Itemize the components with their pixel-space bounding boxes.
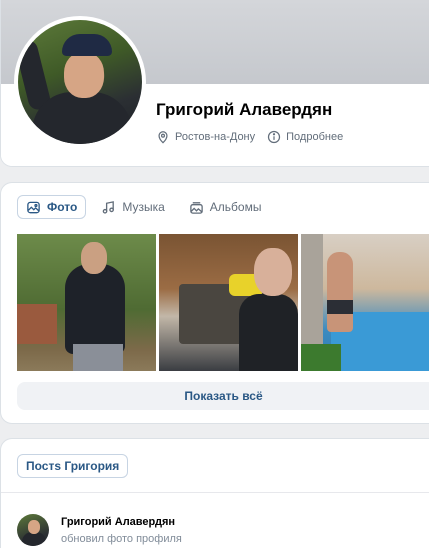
- albums-icon: [190, 201, 203, 214]
- details-label: Подробнее: [286, 131, 344, 143]
- photo-icon: [27, 201, 40, 213]
- photo-strip: [17, 234, 429, 371]
- media-card: Фото Музыка Альбомы Показать всё: [0, 182, 429, 424]
- profile-avatar[interactable]: [14, 16, 146, 148]
- profile-meta-row: Ростов-на-Дону Подробнее: [156, 130, 343, 144]
- tab-posts[interactable]: Постs Григория: [17, 454, 129, 478]
- media-tabs: Фото Музыка Альбомы: [17, 195, 270, 219]
- post-author-avatar[interactable]: [17, 514, 49, 546]
- tab-albums[interactable]: Альбомы: [180, 195, 271, 219]
- divider: [1, 492, 429, 493]
- tab-photos-label: Фото: [47, 200, 78, 214]
- tab-photos[interactable]: Фото: [17, 195, 87, 219]
- details-link[interactable]: Подробнее: [267, 130, 343, 144]
- tab-music-label: Музыка: [122, 200, 165, 214]
- tab-albums-label: Альбомы: [209, 200, 262, 214]
- location-pin-icon: [158, 131, 168, 144]
- photo-thumbnail[interactable]: [301, 234, 429, 371]
- tab-music[interactable]: Музыка: [92, 195, 173, 219]
- post-author-name[interactable]: Григорий Алавердян: [61, 516, 175, 528]
- show-all-button[interactable]: Показать всё: [17, 382, 429, 410]
- music-note-icon: [103, 200, 115, 214]
- avatar-photo: [18, 20, 142, 144]
- location-item: Ростов-на-Дону: [156, 130, 255, 144]
- info-icon: [268, 130, 281, 144]
- photo-thumbnail[interactable]: [159, 234, 298, 371]
- post-action-text: обновил фото профиля: [61, 533, 182, 545]
- posts-card: Постs Григория Григорий Алавердян обнови…: [0, 438, 429, 548]
- photo-thumbnail[interactable]: [17, 234, 156, 371]
- profile-header-card: Григорий Алавердян Ростов-на-Дону Подроб…: [0, 0, 429, 167]
- profile-name: Григорий Алавердян: [156, 100, 333, 119]
- location-label: Ростов-на-Дону: [175, 131, 256, 143]
